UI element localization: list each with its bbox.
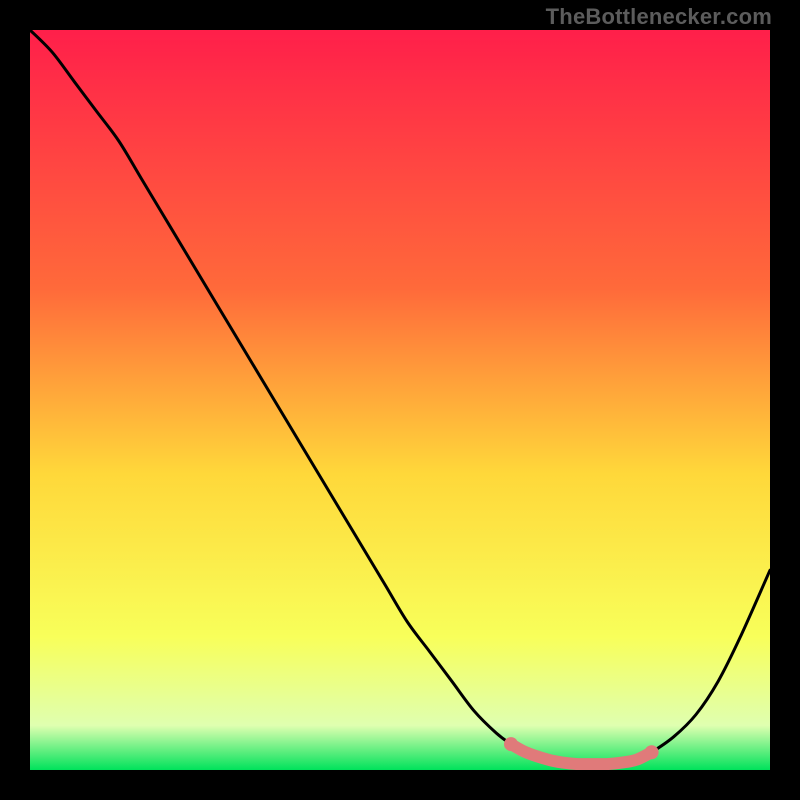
chart-background-gradient [30, 30, 770, 770]
optimal-range-end-dot [645, 745, 659, 759]
optimal-range-start-dot [504, 737, 518, 751]
bottleneck-chart [30, 30, 770, 770]
attribution-watermark: TheBottlenecker.com [546, 4, 772, 30]
chart-svg [30, 30, 770, 770]
